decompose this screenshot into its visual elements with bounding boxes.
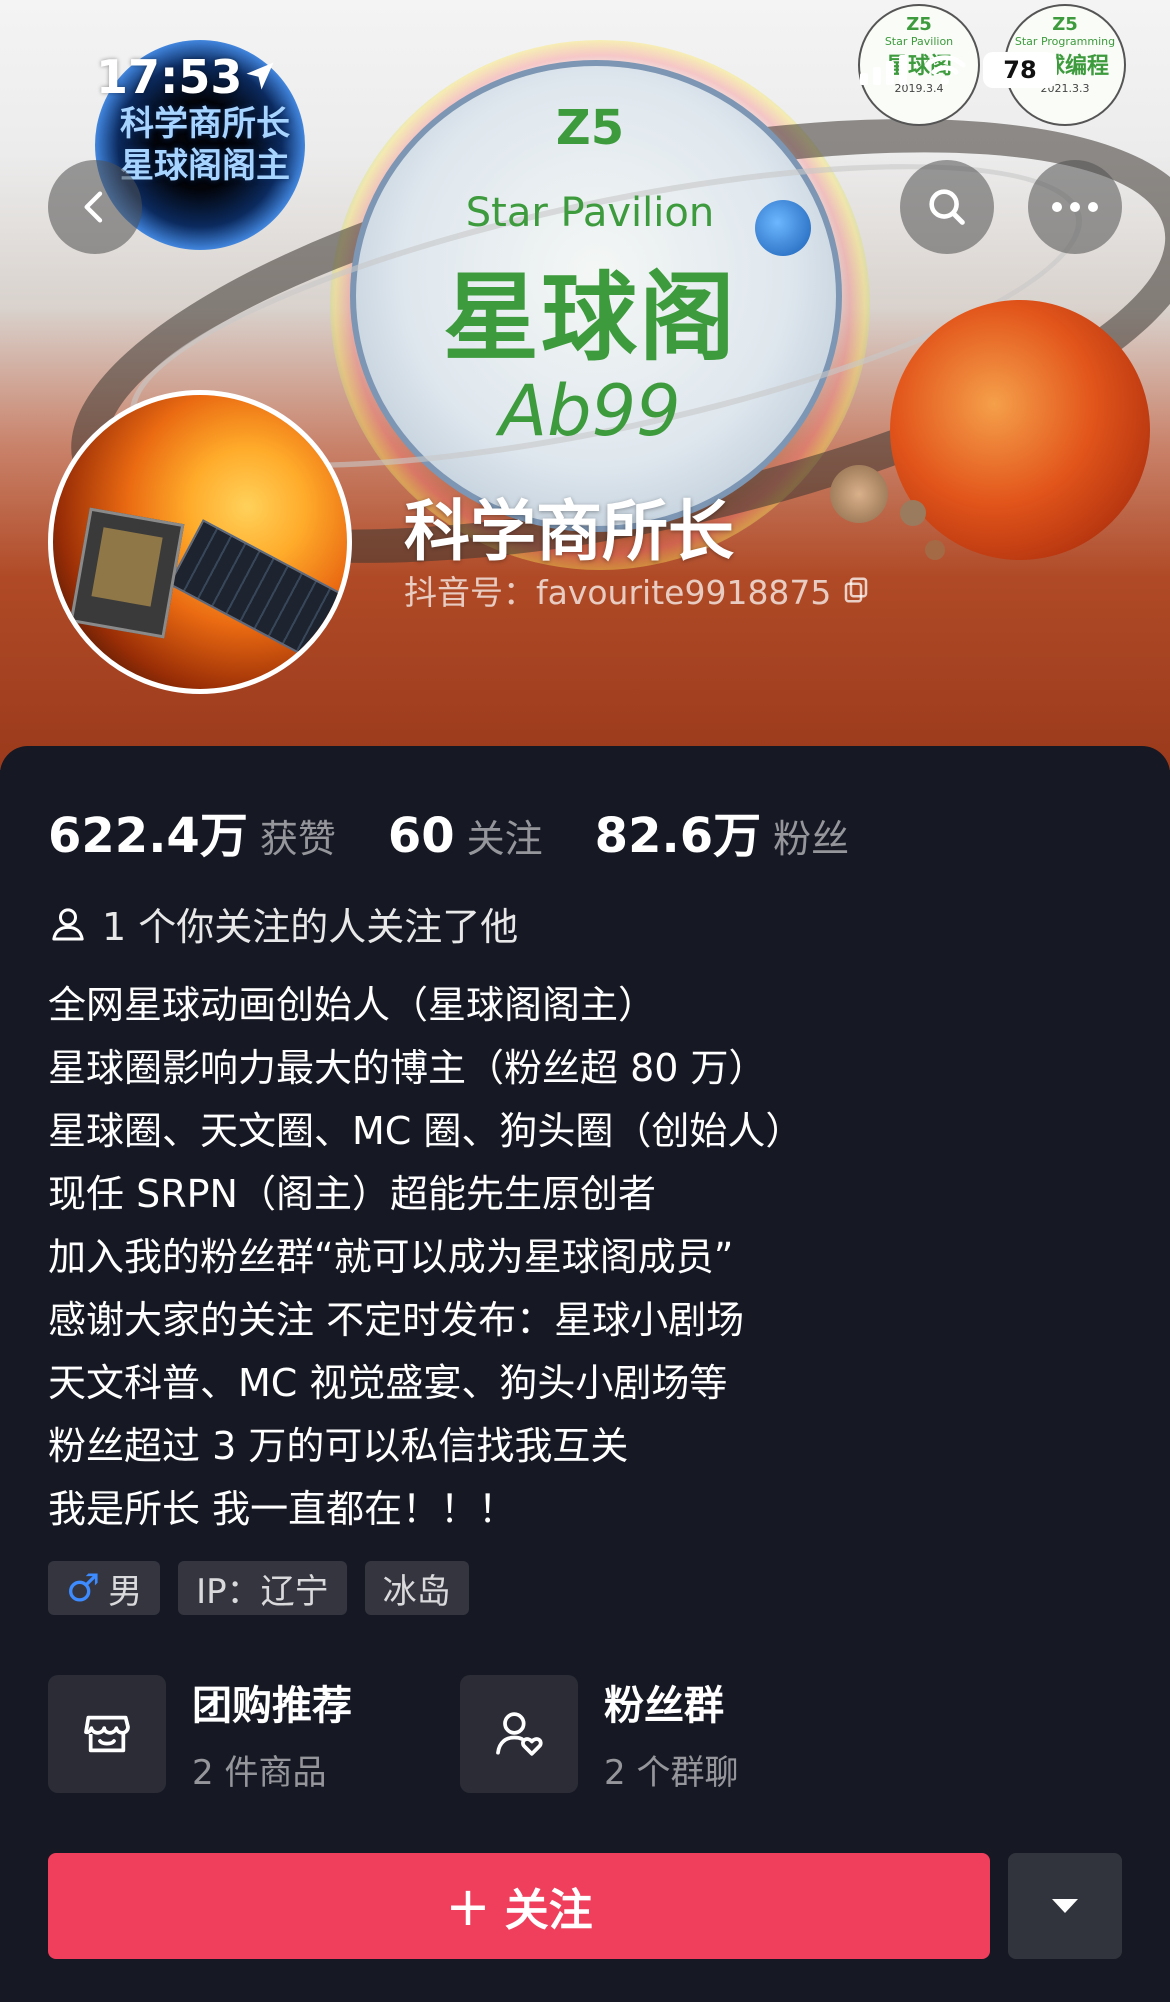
earth-planet: [755, 200, 811, 256]
small-planet: [900, 500, 926, 526]
location-arrow-icon: [242, 58, 278, 98]
likes-count: 622.4万: [48, 808, 248, 864]
jupiter-planet: [830, 465, 888, 523]
copy-icon[interactable]: [841, 575, 871, 605]
bio-line: 全网星球动画创始人（星球阁阁主）: [48, 983, 657, 1027]
logo-signature: Ab99: [499, 370, 681, 452]
caret-down-icon: [1052, 1899, 1078, 1913]
profile-tags: ♂ 男 IP：辽宁 冰岛: [48, 1561, 469, 1615]
bio-line: 天文科普、MC 视觉盛宴、狗头小剧场等: [48, 1361, 728, 1405]
feature-entries: 团购推荐 2 件商品 粉丝群 2 个群聊: [48, 1673, 832, 1794]
profile-banner: Z5 Star Pavilion 星球阁 Ab99 科学商所长 星球阁阁主 Z5…: [0, 0, 1170, 770]
status-time: 17:53: [96, 50, 243, 104]
search-icon: [929, 189, 965, 225]
follow-button[interactable]: + 关注: [48, 1853, 990, 1959]
group-buy-title: 团购推荐: [192, 1683, 352, 1729]
followers-label[interactable]: 粉丝: [773, 808, 849, 863]
bio: 全网星球动画创始人（星球阁阁主） 星球圈影响力最大的博主（粉丝超 80 万） 星…: [48, 974, 1128, 1541]
gender-tag: ♂ 男: [48, 1561, 161, 1615]
likes-label: 获赞: [259, 817, 336, 861]
orange-planet: [890, 300, 1150, 560]
bio-line: 星球圈、天文圈、MC 圈、狗头圈（创始人）: [48, 1109, 804, 1153]
status-icons: 78: [860, 52, 1057, 88]
search-button[interactable]: [900, 160, 994, 254]
shop-icon: [48, 1674, 166, 1793]
profile-info-panel: 622.4万 获赞 60 关注 82.6万 粉丝 1 个你关注的人关注了他 全网…: [0, 746, 1170, 2002]
more-options-button[interactable]: [1028, 160, 1122, 254]
douyin-id-text: 抖音号：favourite9918875: [404, 573, 832, 612]
followers-count[interactable]: 82.6万: [595, 796, 761, 866]
gender-text: 男: [108, 1571, 143, 1612]
ip-tag: IP：辽宁: [178, 1561, 347, 1615]
bio-line: 感谢大家的关注 不定时发布：星球小剧场: [48, 1298, 745, 1342]
following-label[interactable]: 关注: [467, 808, 543, 863]
satellite-graphic: [69, 507, 185, 639]
avatar[interactable]: [48, 390, 352, 694]
group-buy-subtitle: 2 件商品: [192, 1753, 327, 1793]
fan-group-subtitle: 2 个群聊: [604, 1753, 739, 1793]
fan-group-icon: [460, 1674, 578, 1793]
follow-button-label: 关注: [504, 1885, 593, 1936]
battery-indicator: 78: [983, 52, 1057, 88]
group-buy-entry[interactable]: 团购推荐 2 件商品: [48, 1673, 420, 1794]
logo-cn-text: 星球阁: [443, 262, 737, 374]
wifi-icon: [924, 55, 966, 85]
fan-group-title: 粉丝群: [604, 1683, 724, 1729]
signal-icon: [860, 55, 907, 85]
logo-mark: Z5: [555, 100, 625, 156]
recommend-dropdown-button[interactable]: [1008, 1853, 1122, 1959]
location-tag: 冰岛: [364, 1561, 469, 1615]
profile-nickname: 科学商所长: [404, 493, 734, 570]
plus-icon: +: [445, 1874, 491, 1938]
bio-line: 星球圈影响力最大的博主（粉丝超 80 万）: [48, 1046, 767, 1090]
more-dots-icon: [1052, 202, 1098, 212]
back-button[interactable]: [48, 160, 142, 254]
bio-line: 我是所长 我一直都在！！！: [48, 1487, 517, 1531]
male-icon: ♂: [66, 1566, 101, 1610]
bio-line: 加入我的粉丝群“就可以成为星球阁成员”: [48, 1235, 734, 1279]
following-count[interactable]: 60: [388, 808, 455, 864]
chevron-left-icon: [84, 191, 103, 223]
douyin-id-row[interactable]: 抖音号：favourite9918875: [404, 566, 871, 614]
solar-panel-graphic: [168, 519, 347, 685]
fan-group-entry[interactable]: 粉丝群 2 个群聊: [460, 1673, 832, 1794]
bio-line: 现任 SRPN（阁主）超能先生原创者: [48, 1172, 656, 1216]
mutual-follow-text: 1 个你关注的人关注了他: [102, 905, 519, 949]
small-planet: [925, 540, 945, 560]
stats-row: 622.4万 获赞 60 关注 82.6万 粉丝: [48, 796, 901, 866]
mutual-follow-row[interactable]: 1 个你关注的人关注了他: [48, 896, 518, 951]
person-icon: [52, 907, 84, 940]
bio-line: 粉丝超过 3 万的可以私信找我互关: [48, 1424, 629, 1468]
